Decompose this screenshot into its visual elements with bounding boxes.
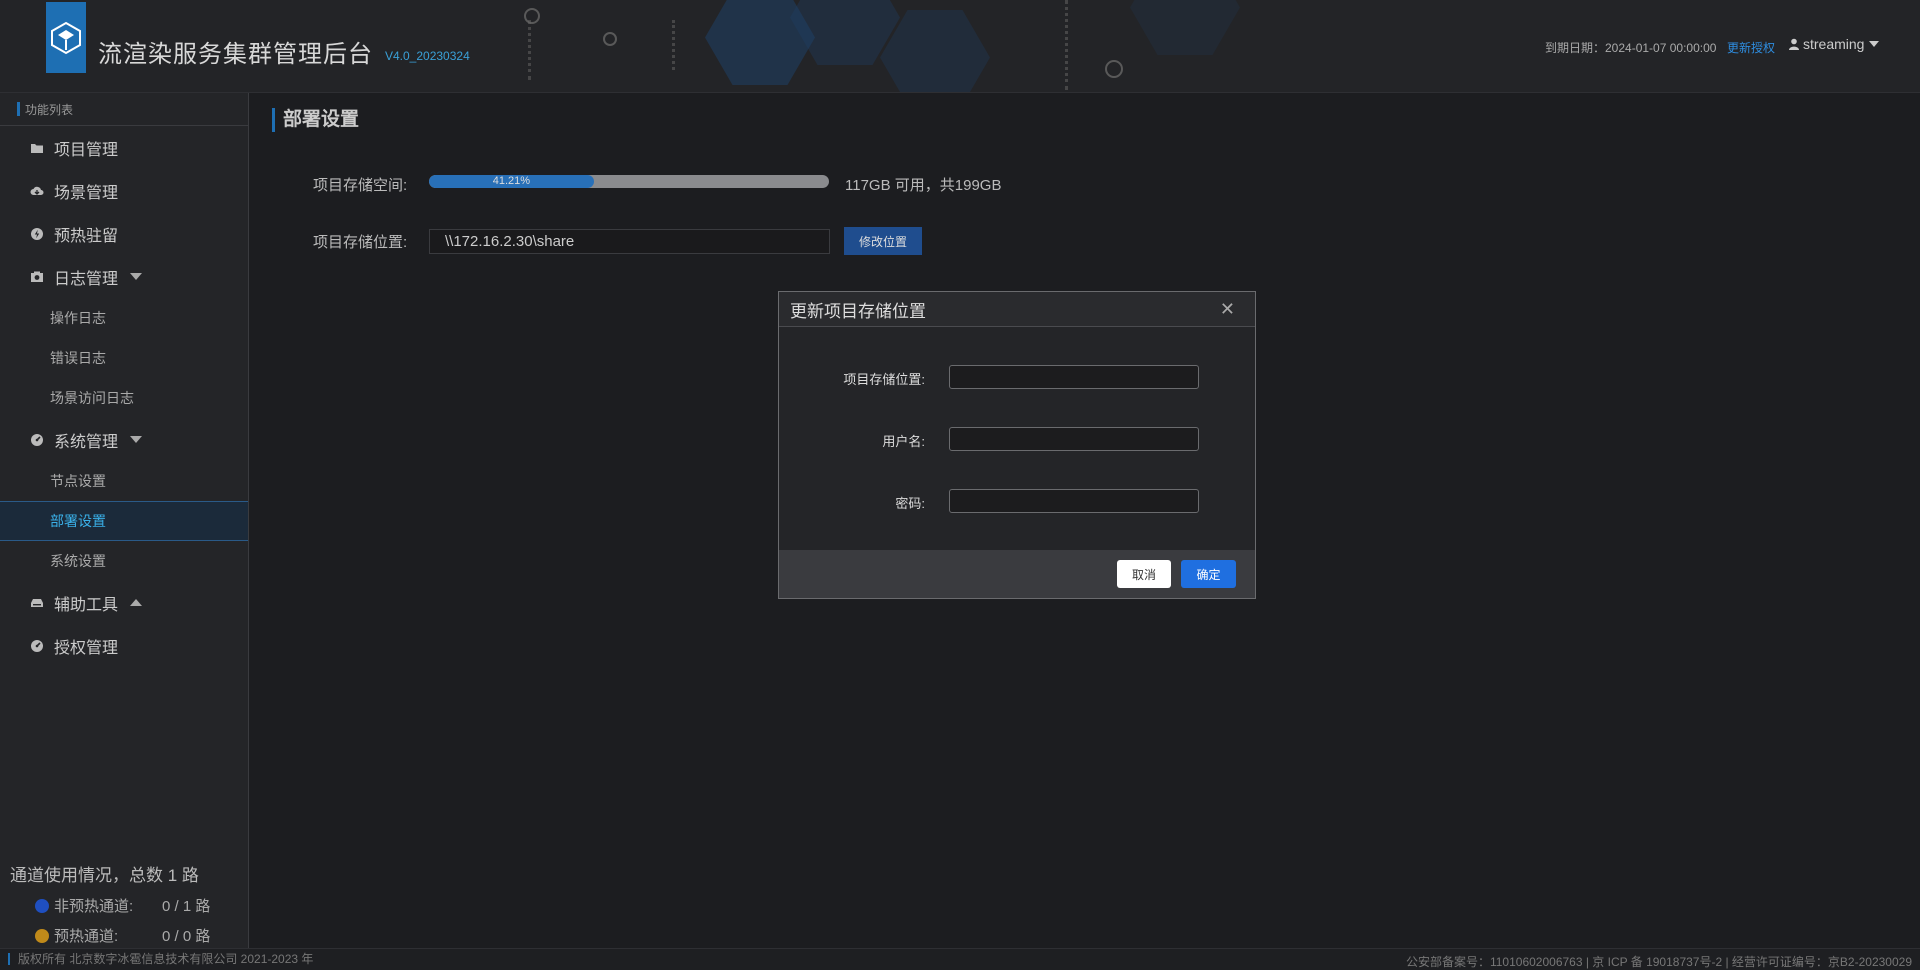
app-logo [46, 2, 86, 73]
caret-down-icon [130, 436, 143, 443]
user-icon [1789, 38, 1799, 50]
renew-license-link[interactable]: 更新授权 [1727, 39, 1775, 56]
user-menu[interactable]: streaming [1788, 36, 1880, 52]
password-input[interactable] [949, 489, 1199, 513]
dialog-footer: 取消 确定 [779, 550, 1255, 598]
username-input[interactable] [949, 427, 1199, 451]
sidebar-subitem-error-log[interactable]: 错误日志 [0, 338, 248, 378]
sidebar-item-preheat[interactable]: 预热驻留 [0, 212, 248, 255]
sidebar-item-label: 授权管理 [54, 639, 119, 657]
channel-label: 预热通道: [54, 928, 119, 945]
close-icon[interactable]: ✕ [1220, 299, 1235, 320]
logo-icon [51, 21, 81, 54]
storage-location-input[interactable] [949, 365, 1199, 389]
update-storage-dialog: 更新项目存储位置 ✕ 项目存储位置: 用户名: 密码: 取消 确定 [778, 291, 1256, 599]
copyright-text: 版权所有 北京数字冰雹信息技术有限公司 2021-2023 年 [8, 953, 313, 965]
sidebar-item-license[interactable]: 授权管理 [0, 624, 248, 667]
location-field-label: 项目存储位置: [843, 372, 925, 387]
gauge-icon [31, 433, 43, 446]
sidebar-subitem-scene-access-log[interactable]: 场景访问日志 [0, 378, 248, 418]
folder-icon [31, 143, 43, 153]
sidebar-subitem-system-settings[interactable]: 系统设置 [0, 541, 248, 581]
channel-row-preheat: 预热通道: 0 / 0 路 [10, 925, 240, 946]
sidebar-item-label: 辅助工具 [54, 596, 119, 614]
storage-progress-bar: 41.21% [429, 175, 829, 188]
sidebar-item-label: 项目管理 [54, 141, 119, 159]
form-row-location: 项目存储位置: [779, 365, 1255, 389]
username: streaming [1803, 36, 1865, 52]
sidebar-item-project[interactable]: 项目管理 [0, 126, 248, 169]
cancel-button[interactable]: 取消 [1117, 560, 1171, 588]
storage-location-value: \\172.16.2.30\share [429, 229, 830, 254]
sidebar-item-label: 预热驻留 [54, 227, 119, 245]
header-decoration [528, 20, 535, 80]
password-field-label: 密码: [895, 496, 925, 511]
channel-usage-panel: 通道使用情况，总数 1 路 非预热通道: 0 / 1 路 预热通道: 0 / 0… [10, 861, 240, 946]
form-row-username: 用户名: [779, 427, 1255, 451]
modify-location-button[interactable]: 修改位置 [844, 227, 922, 255]
cloud-icon [30, 186, 44, 195]
status-dot [35, 928, 49, 943]
dialog-title: 更新项目存储位置 [790, 301, 926, 321]
dialog-header: 更新项目存储位置 ✕ [779, 292, 1255, 327]
header-decoration [1065, 0, 1072, 90]
bolt-icon [31, 227, 43, 240]
storage-location-label: 项目存储位置: [313, 234, 408, 251]
storage-percent: 41.21% [492, 175, 531, 187]
channel-label: 非预热通道: [54, 898, 134, 915]
channel-row-non-preheat: 非预热通道: 0 / 1 路 [10, 895, 240, 916]
sidebar-item-label: 场景管理 [54, 184, 119, 202]
app-title: 流渲染服务集群管理后台 [98, 41, 373, 68]
top-header: 流渲染服务集群管理后台 V4.0_20230324 到期日期：2024-01-0… [0, 0, 1920, 93]
record-numbers: 公安部备案号：11010602006763 | 京 ICP 备 19018737… [1405, 955, 1912, 969]
status-dot [35, 898, 49, 913]
sidebar-item-system[interactable]: 系统管理 [0, 418, 248, 461]
gauge-icon [31, 639, 43, 652]
header-decoration [672, 20, 679, 70]
sidebar-heading: 功能列表 [0, 93, 248, 126]
channel-usage-title: 通道使用情况，总数 1 路 [10, 866, 199, 885]
header-decoration [1105, 60, 1123, 78]
header-decoration [1130, 0, 1240, 55]
inbox-icon [31, 598, 43, 607]
caret-up-icon [130, 599, 143, 606]
sidebar-item-scene[interactable]: 场景管理 [0, 169, 248, 212]
header-decoration [524, 8, 540, 24]
camera-icon [31, 271, 43, 282]
storage-space-label: 项目存储空间: [313, 177, 408, 194]
channel-value: 0 / 0 路 [162, 928, 211, 945]
expire-date: 到期日期：2024-01-07 00:00:00 [1545, 41, 1717, 55]
page-footer: 版权所有 北京数字冰雹信息技术有限公司 2021-2023 年 公安部备案号：1… [0, 948, 1920, 970]
sidebar-item-label: 日志管理 [54, 270, 119, 288]
caret-down-icon [1869, 41, 1880, 47]
storage-available: 117GB 可用，共199GB [845, 177, 1002, 194]
username-field-label: 用户名: [882, 434, 925, 449]
form-row-password: 密码: [779, 489, 1255, 513]
app-version: V4.0_20230324 [385, 49, 470, 63]
confirm-button[interactable]: 确定 [1181, 560, 1236, 588]
sidebar-item-tools[interactable]: 辅助工具 [0, 581, 248, 624]
sidebar-item-label: 系统管理 [54, 433, 119, 451]
sidebar-subitem-deploy-settings[interactable]: 部署设置 [0, 501, 248, 541]
sidebar: 功能列表 项目管理 场景管理 预热驻留 日志管理 操作日志 错误日志 场景访问日… [0, 93, 249, 948]
sidebar-subitem-operation-log[interactable]: 操作日志 [0, 298, 248, 338]
sidebar-subitem-node-settings[interactable]: 节点设置 [0, 461, 248, 501]
sidebar-item-logs[interactable]: 日志管理 [0, 255, 248, 298]
header-decoration [603, 32, 617, 46]
caret-down-icon [130, 273, 143, 280]
channel-value: 0 / 1 路 [162, 898, 211, 915]
page-title: 部署设置 [272, 108, 359, 132]
